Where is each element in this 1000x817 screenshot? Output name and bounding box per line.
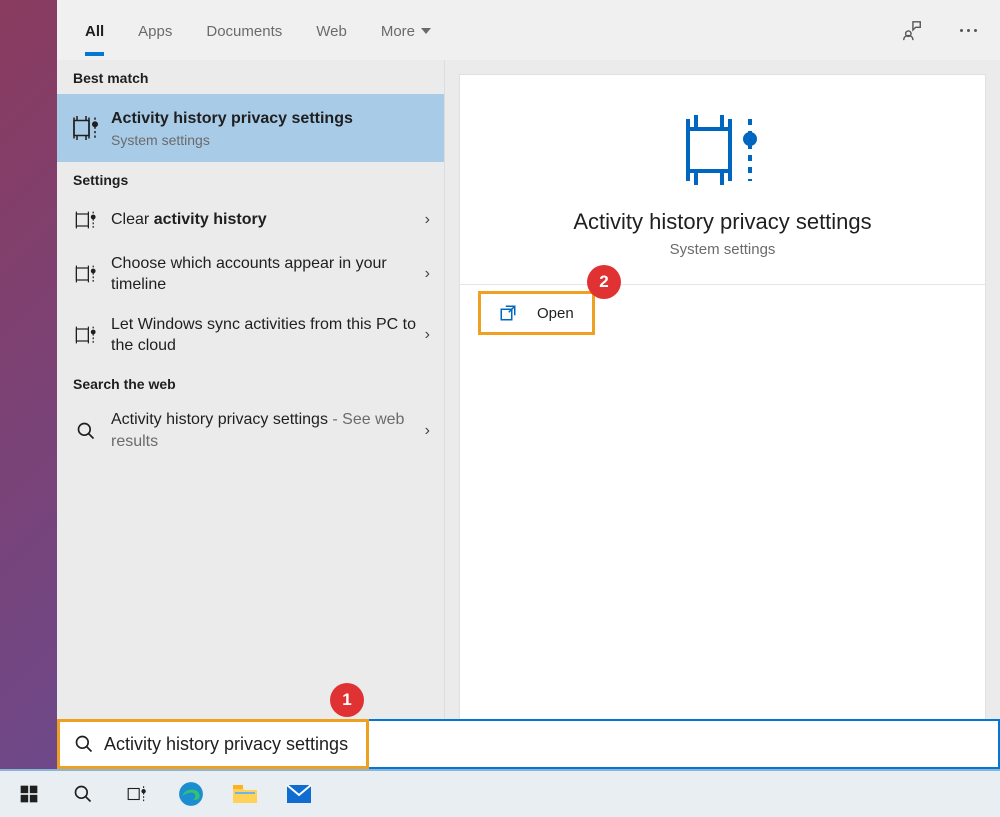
search-main-area: Best match Activ — [57, 60, 1000, 769]
activity-history-icon — [71, 205, 101, 235]
mail-icon — [286, 783, 312, 805]
result-detail-pane: Activity history privacy settings System… — [445, 60, 1000, 769]
file-explorer-button[interactable] — [218, 772, 272, 816]
search-icon — [73, 784, 93, 804]
activity-history-icon — [680, 109, 766, 189]
search-icon — [71, 416, 101, 446]
tab-more-label: More — [381, 23, 415, 40]
person-feedback-icon — [901, 19, 923, 41]
taskbar-search-button[interactable] — [56, 772, 110, 816]
options-button[interactable] — [950, 12, 986, 48]
result-subtitle: System settings — [111, 132, 432, 148]
edge-icon — [178, 781, 204, 807]
result-best-match[interactable]: Activity history privacy settings System… — [57, 94, 444, 162]
tab-more[interactable]: More — [381, 5, 431, 56]
windows-icon — [19, 784, 39, 804]
chevron-right-icon: › — [425, 211, 430, 229]
results-list: Best match Activ — [57, 60, 445, 769]
activity-history-icon — [71, 320, 101, 350]
search-results-panel: All Apps Documents Web More Best match — [57, 0, 1000, 769]
annotation-highlight-2: Open — [478, 291, 595, 335]
mail-button[interactable] — [272, 772, 326, 816]
search-input-value: Activity history privacy settings — [104, 734, 348, 755]
activity-history-icon — [71, 259, 101, 289]
chevron-down-icon — [421, 28, 431, 34]
task-view-button[interactable] — [110, 772, 164, 816]
detail-actions: Open — [460, 285, 985, 335]
result-title: Let Windows sync activities from this PC… — [111, 314, 432, 357]
result-title: Clear activity history — [111, 209, 432, 231]
chevron-right-icon: › — [425, 326, 430, 344]
tab-apps[interactable]: Apps — [138, 5, 172, 56]
section-best-match: Best match — [57, 60, 444, 94]
taskbar-search-box[interactable]: Activity history privacy settings — [57, 719, 1000, 769]
tab-documents[interactable]: Documents — [206, 5, 282, 56]
result-web-search[interactable]: Activity history privacy settings - See … — [57, 400, 444, 461]
result-title: Choose which accounts appear in your tim… — [111, 253, 432, 296]
result-choose-accounts[interactable]: Choose which accounts appear in your tim… — [57, 244, 444, 305]
search-icon — [74, 734, 94, 754]
detail-hero: Activity history privacy settings System… — [460, 75, 985, 285]
chevron-right-icon: › — [425, 265, 430, 283]
tab-web[interactable]: Web — [316, 5, 347, 56]
detail-card: Activity history privacy settings System… — [459, 74, 986, 755]
result-clear-activity-history[interactable]: Clear activity history › — [57, 196, 444, 244]
detail-title: Activity history privacy settings — [573, 209, 871, 235]
edge-button[interactable] — [164, 772, 218, 816]
annotation-highlight-1: Activity history privacy settings — [57, 719, 369, 769]
annotation-badge-2: 2 — [587, 265, 621, 299]
open-action[interactable]: Open — [481, 294, 592, 332]
start-button[interactable] — [2, 772, 56, 816]
activity-history-icon — [71, 113, 101, 143]
tab-all[interactable]: All — [85, 5, 104, 56]
open-label: Open — [537, 305, 574, 322]
annotation-badge-1: 1 — [330, 683, 364, 717]
detail-subtitle: System settings — [670, 241, 776, 258]
search-scope-tabs: All Apps Documents Web More — [57, 0, 1000, 60]
result-title: Activity history privacy settings - See … — [111, 409, 432, 452]
taskbar — [0, 769, 1000, 817]
section-search-web: Search the web — [57, 366, 444, 400]
result-title: Activity history privacy settings — [111, 108, 432, 130]
chevron-right-icon: › — [425, 422, 430, 440]
folder-icon — [232, 783, 258, 805]
feedback-button[interactable] — [894, 12, 930, 48]
result-sync-activities[interactable]: Let Windows sync activities from this PC… — [57, 305, 444, 366]
section-settings: Settings — [57, 162, 444, 196]
task-view-icon — [126, 783, 148, 805]
open-icon — [499, 304, 517, 322]
